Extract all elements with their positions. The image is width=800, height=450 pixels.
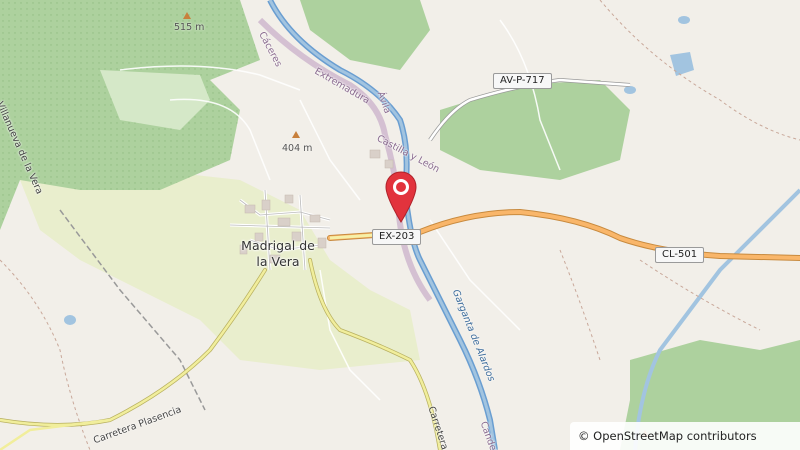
road-shield-avp717: AV-P-717 [493,73,552,89]
town-label-madrigal: Madrigal de la Vera [218,238,338,270]
town-label-line-1: Madrigal de [241,238,315,253]
map-pin-icon[interactable] [384,170,418,226]
peak-elevation-label: 404 m [282,143,313,154]
road-shield-ex203: EX-203 [372,229,422,245]
map-attribution[interactable]: © OpenStreetMap contributors [570,422,800,450]
road-shield-cl501: CL-501 [655,247,705,263]
town-label-line-2: la Vera [256,254,300,269]
peak-elevation-label: 515 m [174,22,205,33]
map-canvas[interactable]: 515 m 404 m Madrigal de la Vera EX-203 A… [0,0,800,450]
